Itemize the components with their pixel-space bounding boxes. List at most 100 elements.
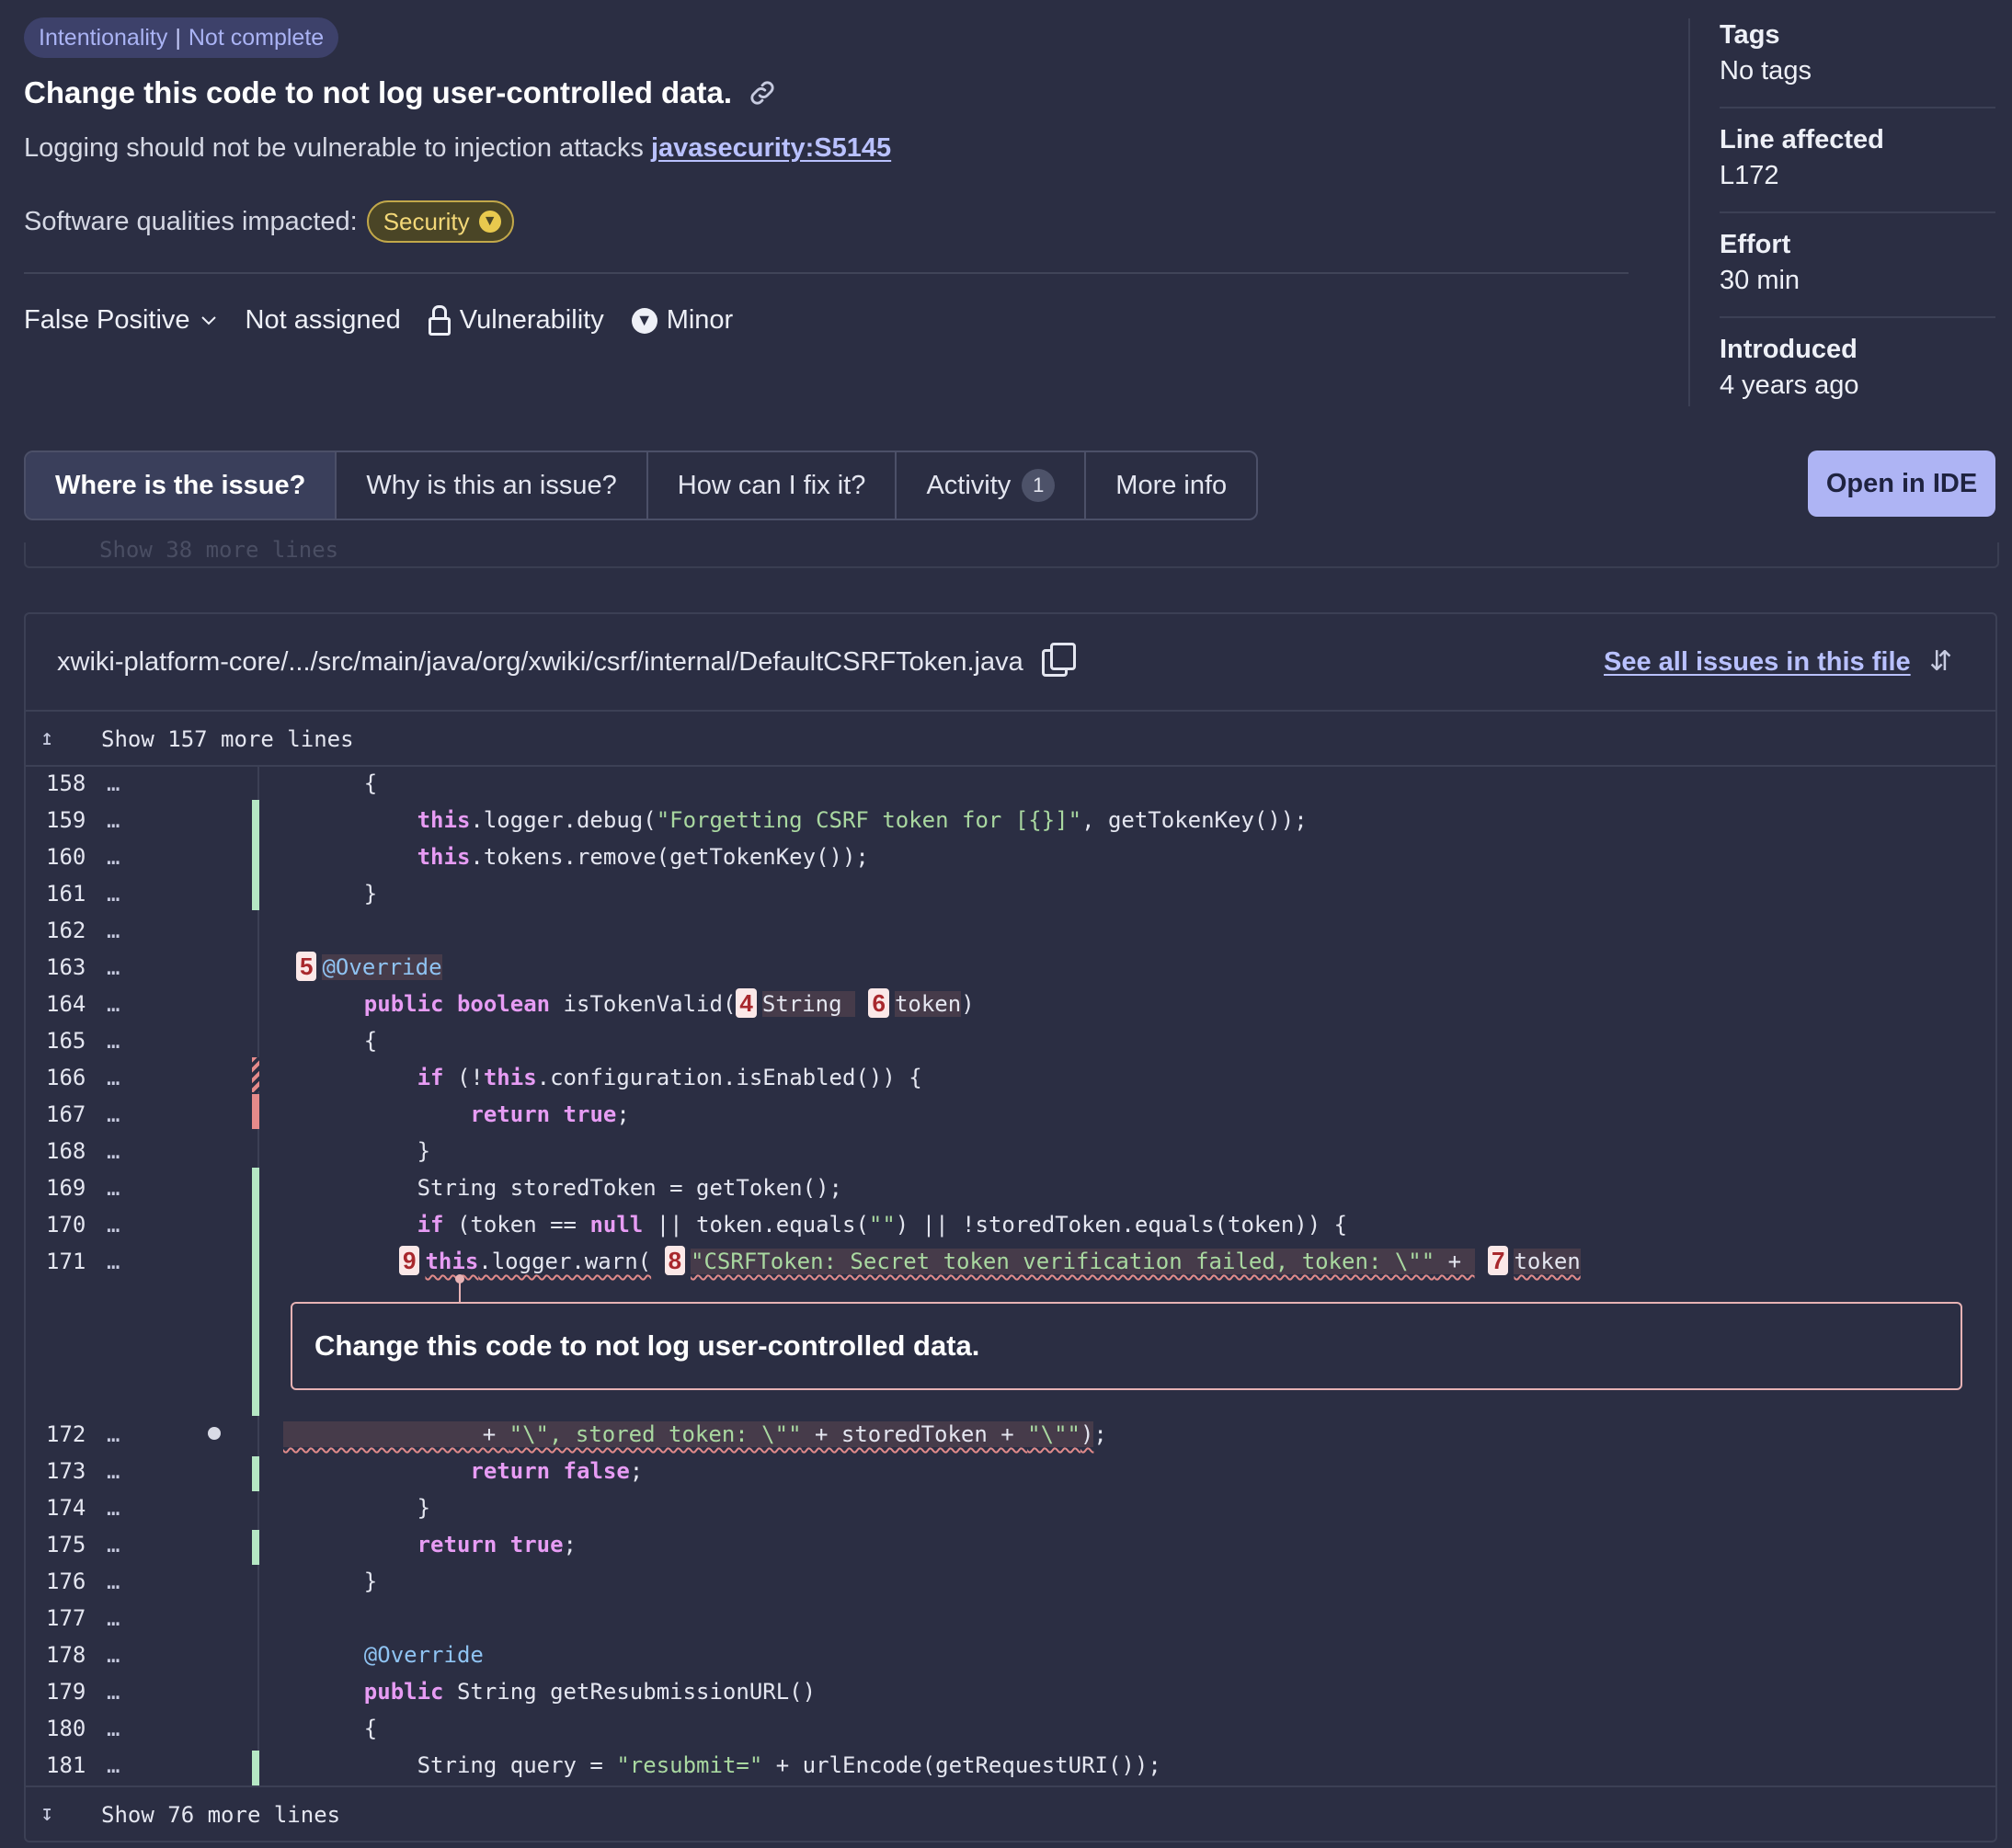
flow-marker[interactable]: 5 <box>296 952 317 981</box>
blame-dots[interactable]: … <box>107 1059 120 1096</box>
tab-why[interactable]: Why is this an issue? <box>337 452 648 519</box>
issue-meta-row: False Positive Not assigned Vulnerabilit… <box>24 304 760 336</box>
link-icon[interactable] <box>747 77 778 108</box>
flow-marker[interactable]: 7 <box>1488 1246 1509 1275</box>
blame-dots[interactable]: … <box>107 1637 120 1673</box>
code-line: 171 … 9 this.logger.warn( 8 "CSRFToken: Secr… <box>26 1243 1995 1280</box>
blame-dots[interactable]: … <box>107 1526 120 1563</box>
code-line: 178 … @Override <box>26 1637 1995 1673</box>
issue-type: Vulnerability <box>428 304 604 336</box>
show-more-top-label: Show 157 more lines <box>101 726 354 752</box>
attribute-label: Intentionality <box>39 24 168 51</box>
code-line: 172 … + "\", stored token: \"" + storedTo… <box>26 1416 1995 1453</box>
rule-link[interactable]: javasecurity:S5145 <box>651 133 891 163</box>
blame-dots[interactable]: … <box>107 1710 120 1747</box>
code-line: 169 … String storedToken = getToken(); <box>26 1169 1995 1206</box>
code-text: @Override <box>363 1642 484 1668</box>
blame-dots[interactable]: … <box>107 1243 120 1280</box>
show-more-bottom[interactable]: ↧ Show 76 more lines <box>26 1785 1995 1841</box>
line-number: 181 <box>46 1752 86 1778</box>
blame-dots[interactable]: … <box>107 949 120 986</box>
tab-activity-label: Activity <box>926 470 1012 500</box>
code-text: } <box>311 1569 378 1594</box>
effort-label: Effort <box>1720 230 1791 259</box>
show-more-top[interactable]: ↥ Show 157 more lines <box>26 712 1995 767</box>
line-number: 170 <box>46 1212 86 1238</box>
open-in-ide-button[interactable]: Open in IDE <box>1808 451 1995 517</box>
code-line: 181 … String query = "resubmit=" + urlEnc… <box>26 1747 1995 1784</box>
resolution-label: False Positive <box>24 305 190 335</box>
line-number: 162 <box>46 918 86 943</box>
line-number: 163 <box>46 954 86 980</box>
line-number: 175 <box>46 1532 86 1557</box>
blame-dots[interactable]: … <box>107 1169 120 1206</box>
blame-dots[interactable]: … <box>107 1747 120 1784</box>
resolution-dropdown[interactable]: False Positive <box>24 305 218 336</box>
tab-how-to-fix[interactable]: How can I fix it? <box>648 452 897 519</box>
quality-label: Security <box>383 207 470 235</box>
assignee[interactable]: Not assigned <box>246 305 401 336</box>
line-number: 178 <box>46 1642 86 1668</box>
code-line: 161 … } <box>26 875 1995 912</box>
blame-dots[interactable]: … <box>107 875 120 912</box>
flow-marker[interactable]: 9 <box>399 1246 420 1275</box>
see-all-issues-link[interactable]: See all issues in this file <box>1604 647 1911 678</box>
sidebar-separator <box>1720 107 1995 108</box>
flow-marker[interactable]: 4 <box>736 988 757 1018</box>
blame-dots[interactable]: … <box>107 1489 120 1526</box>
severity-label: Minor <box>666 305 734 335</box>
code-text: { <box>311 1716 378 1741</box>
line-number: 165 <box>46 1028 86 1054</box>
code-text: this.tokens.remove(getTokenKey()); <box>417 844 869 870</box>
blame-dots[interactable]: … <box>107 1096 120 1133</box>
tags-value[interactable]: No tags <box>1720 56 1995 86</box>
code-line: 174 … } <box>26 1489 1995 1526</box>
flow-marker[interactable]: 6 <box>868 988 889 1018</box>
line-number: 173 <box>46 1458 86 1484</box>
blame-dots[interactable]: … <box>107 1022 120 1059</box>
chevron-down-icon: ▼ <box>478 211 501 233</box>
line-affected-value: L172 <box>1720 161 1779 190</box>
code-line: 162 … <box>26 912 1995 949</box>
blame-dots[interactable]: … <box>107 1600 120 1637</box>
line-number: 166 <box>46 1065 86 1090</box>
blame-dots[interactable]: … <box>107 912 120 949</box>
expand-collapse-icon[interactable]: ⇵ <box>1929 645 1952 678</box>
code-line: 160 … this.tokens.remove(getTokenKey()); <box>26 838 1995 875</box>
blame-dots[interactable]: … <box>107 838 120 875</box>
blame-dots[interactable]: … <box>107 1673 120 1710</box>
blame-dots[interactable]: … <box>107 1206 120 1243</box>
flow-marker[interactable]: 8 <box>664 1246 686 1275</box>
lock-icon <box>428 304 451 336</box>
code-line: 168 … } <box>26 1133 1995 1169</box>
effort-section: Effort 30 min <box>1720 230 1995 296</box>
blame-dots[interactable]: … <box>107 1133 120 1169</box>
code-text: return false; <box>470 1458 644 1484</box>
introduced-label: Introduced <box>1720 335 1858 364</box>
tab-activity[interactable]: Activity 1 <box>897 452 1087 519</box>
code-line: 180 … { <box>26 1710 1995 1747</box>
code-line: 165 … { <box>26 1022 1995 1059</box>
sidebar-divider <box>1688 18 1690 406</box>
tab-more-info[interactable]: More info <box>1086 452 1256 519</box>
code-line: 179 … public String getResubmissionURL() <box>26 1673 1995 1710</box>
blame-dots[interactable]: … <box>107 1416 120 1453</box>
blame-dots[interactable]: … <box>107 765 120 802</box>
security-quality-badge[interactable]: Security ▼ <box>366 200 514 243</box>
copy-icon[interactable] <box>1041 642 1076 677</box>
code-line: 159 … this.logger.debug("Forgetting CSRF … <box>26 802 1995 838</box>
blame-dots[interactable]: … <box>107 1453 120 1489</box>
line-number: 169 <box>46 1175 86 1201</box>
code-line: 173 … return false; <box>26 1453 1995 1489</box>
code-text: public String getResubmissionURL() <box>363 1679 817 1705</box>
code-viewer: xwiki-platform-core/.../src/main/java/or… <box>24 612 1997 1842</box>
blame-dots[interactable]: … <box>107 986 120 1022</box>
code-text: String storedToken = getToken(); <box>311 1175 842 1201</box>
file-path-block: xwiki-platform-core/.../src/main/java/or… <box>57 642 1076 678</box>
tab-where[interactable]: Where is the issue? <box>26 452 337 519</box>
blame-dots[interactable]: … <box>107 802 120 838</box>
blame-dots[interactable]: … <box>107 1563 120 1600</box>
expand-down-icon: ↧ <box>40 1800 54 1826</box>
line-number: 177 <box>46 1605 86 1631</box>
attribute-status: Not complete <box>188 24 325 51</box>
